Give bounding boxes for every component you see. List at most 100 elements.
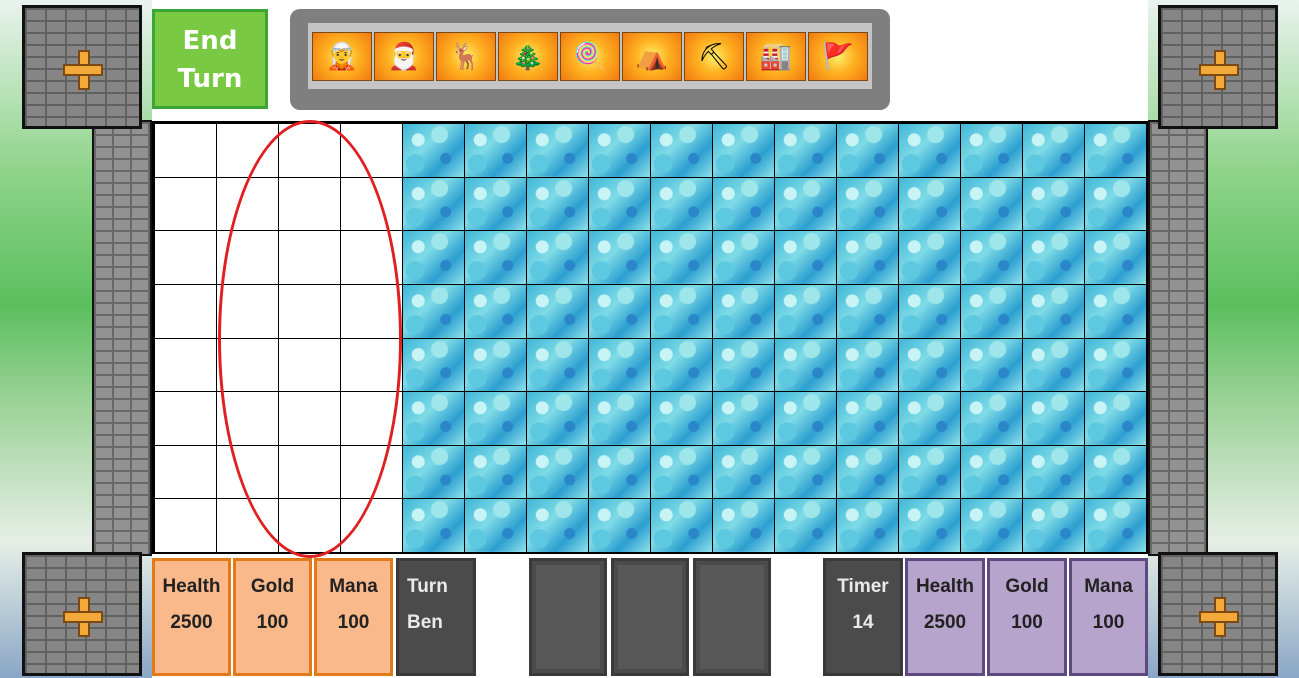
- board-cell-ice[interactable]: [774, 391, 837, 446]
- board-cell-ice[interactable]: [402, 230, 465, 285]
- board-cell-empty[interactable]: [216, 283, 279, 339]
- board-cell-ice[interactable]: [1022, 283, 1085, 339]
- board-cell-ice[interactable]: [402, 444, 465, 500]
- board-cell-ice[interactable]: [712, 230, 775, 285]
- board-cell-ice[interactable]: [650, 230, 713, 285]
- board-cell-empty[interactable]: [340, 176, 403, 232]
- board-cell-empty[interactable]: [216, 337, 279, 393]
- board-cell-empty[interactable]: [340, 498, 403, 553]
- candy-cane-icon[interactable]: 🍭: [560, 32, 620, 81]
- board-cell-ice[interactable]: [402, 283, 465, 339]
- board-cell-ice[interactable]: [774, 176, 837, 232]
- board-cell-ice[interactable]: [464, 444, 527, 500]
- board-cell-ice[interactable]: [526, 123, 589, 178]
- board-cell-ice[interactable]: [464, 230, 527, 285]
- hand-slot-3[interactable]: [693, 558, 771, 676]
- board-cell-ice[interactable]: [960, 283, 1023, 339]
- mine-icon[interactable]: ⛏: [684, 32, 744, 81]
- board-cell-ice[interactable]: [1084, 283, 1147, 339]
- board-cell-empty[interactable]: [340, 391, 403, 446]
- board-cell-ice[interactable]: [712, 444, 775, 500]
- board-cell-ice[interactable]: [464, 176, 527, 232]
- board-cell-ice[interactable]: [1084, 337, 1147, 393]
- board-cell-ice[interactable]: [712, 283, 775, 339]
- board-cell-ice[interactable]: [960, 176, 1023, 232]
- reindeer-icon[interactable]: 🦌: [436, 32, 496, 81]
- board-cell-ice[interactable]: [712, 337, 775, 393]
- board-cell-empty[interactable]: [154, 337, 217, 393]
- board-cell-ice[interactable]: [588, 391, 651, 446]
- board-cell-ice[interactable]: [774, 444, 837, 500]
- board-cell-ice[interactable]: [960, 123, 1023, 178]
- board-cell-ice[interactable]: [650, 123, 713, 178]
- santa-icon[interactable]: 🎅: [374, 32, 434, 81]
- board-cell-ice[interactable]: [464, 498, 527, 553]
- board-cell-ice[interactable]: [1022, 444, 1085, 500]
- board-cell-ice[interactable]: [960, 391, 1023, 446]
- board-cell-empty[interactable]: [216, 498, 279, 553]
- board-cell-ice[interactable]: [1084, 444, 1147, 500]
- board-cell-ice[interactable]: [836, 176, 899, 232]
- board-cell-empty[interactable]: [154, 176, 217, 232]
- north-pole-icon[interactable]: 🚩: [808, 32, 868, 81]
- board-cell-ice[interactable]: [402, 391, 465, 446]
- board-cell-ice[interactable]: [650, 391, 713, 446]
- board-cell-ice[interactable]: [712, 391, 775, 446]
- board-cell-ice[interactable]: [774, 283, 837, 339]
- board-cell-ice[interactable]: [1022, 230, 1085, 285]
- board-cell-ice[interactable]: [1022, 176, 1085, 232]
- board-cell-ice[interactable]: [774, 498, 837, 553]
- board-cell-empty[interactable]: [154, 391, 217, 446]
- board-cell-ice[interactable]: [588, 498, 651, 553]
- board-cell-ice[interactable]: [836, 283, 899, 339]
- board-cell-empty[interactable]: [216, 123, 279, 178]
- board-cell-ice[interactable]: [402, 498, 465, 553]
- board-cell-empty[interactable]: [278, 123, 341, 178]
- board-cell-ice[interactable]: [464, 337, 527, 393]
- board-cell-ice[interactable]: [588, 230, 651, 285]
- board-cell-ice[interactable]: [774, 337, 837, 393]
- board-cell-ice[interactable]: [464, 123, 527, 178]
- board-cell-empty[interactable]: [278, 444, 341, 500]
- board-cell-ice[interactable]: [402, 123, 465, 178]
- end-turn-button[interactable]: End Turn: [152, 9, 268, 109]
- board-cell-ice[interactable]: [1084, 391, 1147, 446]
- board-cell-ice[interactable]: [1084, 498, 1147, 553]
- board-cell-ice[interactable]: [1084, 176, 1147, 232]
- board-cell-empty[interactable]: [216, 230, 279, 285]
- board-cell-ice[interactable]: [898, 176, 961, 232]
- board-cell-ice[interactable]: [402, 176, 465, 232]
- hand-slot-1[interactable]: [529, 558, 607, 676]
- board-cell-ice[interactable]: [526, 444, 589, 500]
- board-cell-empty[interactable]: [154, 123, 217, 178]
- board-cell-empty[interactable]: [278, 283, 341, 339]
- board-cell-ice[interactable]: [1022, 337, 1085, 393]
- board-cell-ice[interactable]: [588, 337, 651, 393]
- board-cell-empty[interactable]: [216, 391, 279, 446]
- board-cell-empty[interactable]: [278, 230, 341, 285]
- board-cell-empty[interactable]: [278, 498, 341, 553]
- board-cell-empty[interactable]: [216, 444, 279, 500]
- board-cell-ice[interactable]: [650, 498, 713, 553]
- board-cell-ice[interactable]: [960, 337, 1023, 393]
- board-cell-ice[interactable]: [774, 123, 837, 178]
- board-cell-ice[interactable]: [588, 176, 651, 232]
- board-cell-ice[interactable]: [650, 283, 713, 339]
- board-cell-ice[interactable]: [464, 391, 527, 446]
- board-cell-ice[interactable]: [898, 123, 961, 178]
- board-cell-ice[interactable]: [836, 230, 899, 285]
- board-cell-ice[interactable]: [526, 391, 589, 446]
- board-cell-ice[interactable]: [898, 444, 961, 500]
- board-cell-empty[interactable]: [340, 283, 403, 339]
- board-cell-ice[interactable]: [526, 337, 589, 393]
- board-cell-ice[interactable]: [836, 498, 899, 553]
- board-cell-ice[interactable]: [1022, 123, 1085, 178]
- board-cell-empty[interactable]: [340, 123, 403, 178]
- board-cell-ice[interactable]: [1084, 123, 1147, 178]
- board-cell-ice[interactable]: [836, 337, 899, 393]
- factory-icon[interactable]: 🏭: [746, 32, 806, 81]
- board-cell-ice[interactable]: [650, 176, 713, 232]
- board-cell-ice[interactable]: [712, 123, 775, 178]
- board-cell-ice[interactable]: [774, 230, 837, 285]
- board-cell-ice[interactable]: [588, 444, 651, 500]
